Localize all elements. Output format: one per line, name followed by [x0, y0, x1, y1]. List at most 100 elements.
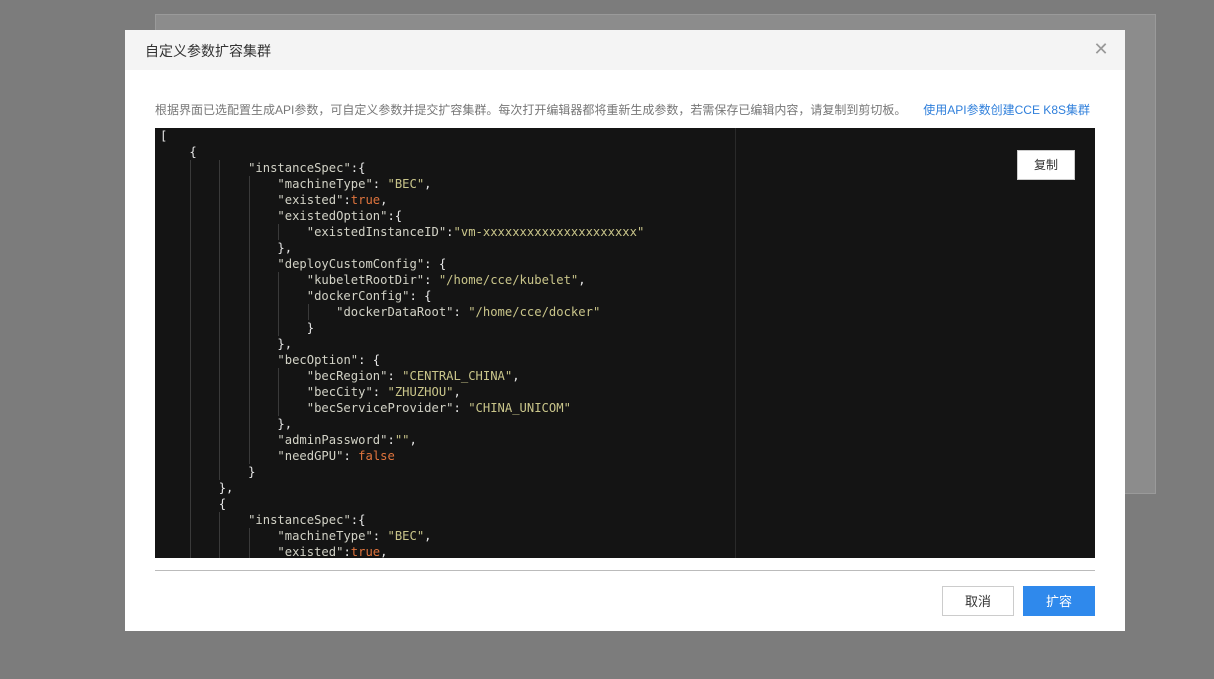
- json-punctuation: :{: [350, 513, 366, 527]
- code-line: "existed":true,: [160, 544, 1095, 558]
- indent-guide: [189, 320, 191, 336]
- json-key: "existedInstanceID": [306, 225, 447, 239]
- footer-divider: [155, 570, 1095, 571]
- json-punctuation: : {: [409, 289, 432, 303]
- indent-guide: [219, 464, 221, 480]
- close-icon[interactable]: ✕: [1093, 40, 1109, 58]
- indent-guide: [189, 464, 191, 480]
- json-punctuation: },: [277, 241, 293, 255]
- code-line: [: [160, 128, 1095, 144]
- indent-guide: [278, 400, 280, 416]
- expand-confirm-button[interactable]: 扩容: [1023, 586, 1095, 616]
- indent-guide: [278, 320, 280, 336]
- indent-guide: [189, 304, 191, 320]
- json-key: "existed": [277, 545, 344, 558]
- json-punctuation: ,: [424, 529, 432, 543]
- indent-guide: [189, 432, 191, 448]
- indent-guide: [189, 416, 191, 432]
- indent-guide: [219, 320, 221, 336]
- indent-guide: [189, 256, 191, 272]
- indent-guide: [219, 400, 221, 416]
- code-line: {: [160, 496, 1095, 512]
- indent-guide: [189, 160, 191, 176]
- json-punctuation: : {: [424, 257, 447, 271]
- json-punctuation: ,: [380, 545, 388, 558]
- json-string: "/home/cce/kubelet": [438, 273, 579, 287]
- code-line: "machineType": "BEC",: [160, 528, 1095, 544]
- json-punctuation: ,: [578, 273, 586, 287]
- json-punctuation: ,: [453, 385, 461, 399]
- code-line: "adminPassword":"",: [160, 432, 1095, 448]
- copy-button[interactable]: 复制: [1017, 150, 1075, 180]
- json-punctuation: ,: [380, 193, 388, 207]
- indent-guide: [278, 384, 280, 400]
- indent-guide: [219, 528, 221, 544]
- json-boolean: false: [358, 449, 395, 463]
- code-line: "dockerConfig": {: [160, 288, 1095, 304]
- indent-guide: [248, 432, 250, 448]
- indent-guide: [219, 352, 221, 368]
- indent-guide: [219, 160, 221, 176]
- indent-guide: [248, 224, 250, 240]
- indent-guide: [219, 416, 221, 432]
- code-line: "existed":true,: [160, 192, 1095, 208]
- indent-guide: [189, 528, 191, 544]
- indent-guide: [219, 432, 221, 448]
- indent-guide: [189, 544, 191, 558]
- indent-guide: [307, 304, 309, 320]
- indent-guide: [278, 288, 280, 304]
- indent-guide: [278, 224, 280, 240]
- json-string: "vm-xxxxxxxxxxxxxxxxxxxxx": [453, 225, 645, 239]
- json-string: "/home/cce/docker": [468, 305, 601, 319]
- json-code-editor[interactable]: [ { "instanceSpec":{ "machineType": "BEC…: [155, 128, 1095, 558]
- indent-guide: [219, 256, 221, 272]
- json-punctuation: :: [372, 385, 388, 399]
- code-line: }: [160, 320, 1095, 336]
- json-key: "existedOption": [277, 209, 388, 223]
- indent-guide: [248, 288, 250, 304]
- code-line: "dockerDataRoot": "/home/cce/docker": [160, 304, 1095, 320]
- indent-guide: [248, 336, 250, 352]
- indent-guide: [189, 496, 191, 512]
- json-punctuation: :{: [387, 209, 403, 223]
- indent-guide: [219, 208, 221, 224]
- json-punctuation: }: [306, 321, 315, 335]
- json-boolean: true: [350, 193, 381, 207]
- indent-guide: [248, 272, 250, 288]
- json-punctuation: }: [248, 465, 256, 479]
- json-punctuation: :: [343, 193, 351, 207]
- indent-guide: [248, 528, 250, 544]
- indent-guide: [248, 256, 250, 272]
- json-key: "becRegion": [306, 369, 388, 383]
- indent-guide: [219, 384, 221, 400]
- indent-guide: [219, 512, 221, 528]
- custom-params-dialog: 自定义参数扩容集群 ✕ 根据界面已选配置生成API参数，可自定义参数并提交扩容集…: [125, 30, 1125, 631]
- indent-guide: [189, 288, 191, 304]
- create-cluster-api-link[interactable]: 使用API参数创建CCE K8S集群: [923, 101, 1090, 118]
- json-punctuation: :: [424, 273, 439, 287]
- json-punctuation: : {: [358, 353, 381, 367]
- indent-guide: [189, 224, 191, 240]
- cancel-button[interactable]: 取消: [942, 586, 1014, 616]
- dialog-description: 根据界面已选配置生成API参数，可自定义参数并提交扩容集群。每次打开编辑器都将重…: [155, 103, 907, 117]
- indent-guide: [248, 192, 250, 208]
- json-punctuation: },: [277, 417, 293, 431]
- indent-guide: [248, 400, 250, 416]
- indent-guide: [248, 320, 250, 336]
- indent-guide: [248, 352, 250, 368]
- indent-guide: [219, 544, 221, 558]
- indent-guide: [248, 240, 250, 256]
- indent-guide: [189, 352, 191, 368]
- json-key: "dockerDataRoot": [336, 305, 454, 319]
- code-content[interactable]: [ { "instanceSpec":{ "machineType": "BEC…: [155, 128, 1095, 558]
